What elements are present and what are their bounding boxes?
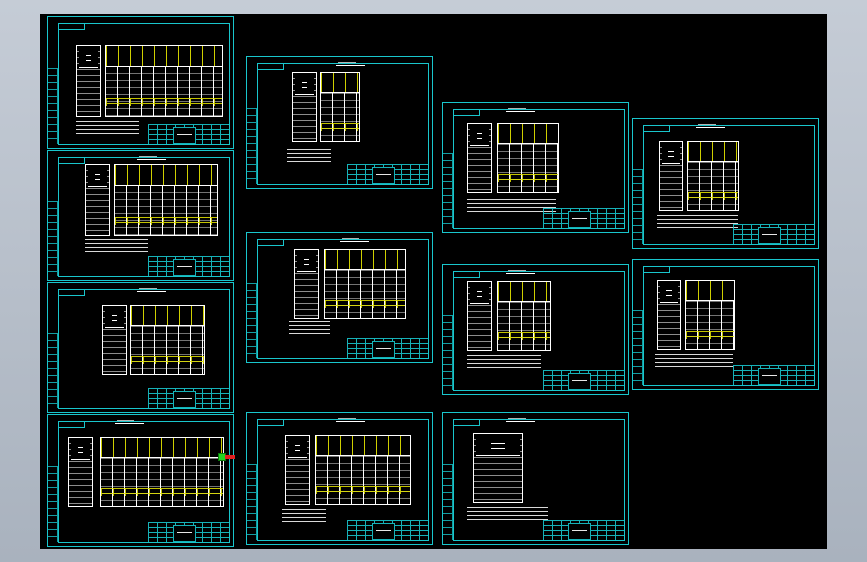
sheet-title bbox=[505, 270, 536, 274]
parameter-card bbox=[292, 72, 317, 142]
data-table bbox=[130, 305, 205, 375]
parameter-card bbox=[659, 141, 683, 211]
sheet-title bbox=[136, 156, 167, 160]
notes-text bbox=[282, 509, 327, 523]
parameter-card bbox=[467, 281, 492, 351]
title-block bbox=[147, 388, 230, 409]
sheet-corner-block bbox=[453, 109, 480, 116]
notes-text bbox=[655, 354, 733, 368]
notes-text bbox=[85, 239, 148, 253]
data-table bbox=[114, 164, 218, 236]
drawing-canvas[interactable] bbox=[40, 14, 827, 549]
title-block bbox=[147, 256, 230, 277]
drawing-sheet[interactable] bbox=[47, 150, 234, 281]
sheet-binding-strip bbox=[247, 283, 257, 358]
title-block bbox=[542, 520, 625, 541]
data-table bbox=[497, 123, 559, 193]
sheet-title bbox=[335, 418, 366, 422]
sheet-title bbox=[695, 124, 726, 128]
title-block bbox=[346, 338, 429, 359]
title-block bbox=[542, 370, 625, 391]
parameter-card bbox=[657, 280, 681, 350]
sheet-binding-strip bbox=[48, 333, 58, 408]
grip-marker bbox=[225, 455, 235, 459]
sheet-binding-strip bbox=[48, 466, 58, 542]
drawing-sheet[interactable] bbox=[442, 412, 629, 545]
sheet-binding-strip bbox=[48, 201, 58, 276]
sheet-title bbox=[339, 238, 370, 242]
sheet-binding-strip bbox=[443, 464, 453, 540]
parameter-card bbox=[467, 123, 492, 193]
sheet-corner-block bbox=[257, 239, 284, 246]
sheet-title bbox=[114, 420, 145, 424]
sheet-binding-strip bbox=[633, 169, 643, 244]
parameter-card bbox=[85, 164, 110, 236]
parameter-card bbox=[102, 305, 127, 375]
notes-text bbox=[657, 215, 739, 229]
title-block bbox=[732, 365, 815, 386]
sheet-binding-strip bbox=[443, 315, 453, 390]
title-block bbox=[346, 164, 429, 185]
parameter-card bbox=[76, 45, 101, 117]
sheet-title bbox=[136, 288, 167, 292]
drawing-sheet[interactable] bbox=[442, 264, 629, 395]
title-block bbox=[147, 522, 230, 543]
sheet-corner-block bbox=[58, 157, 85, 164]
sheet-corner-block bbox=[257, 419, 284, 426]
sheet-corner-block bbox=[257, 63, 284, 70]
sheet-corner-block bbox=[643, 266, 670, 273]
data-table bbox=[685, 280, 735, 350]
parameter-card bbox=[473, 433, 523, 503]
notes-text bbox=[76, 121, 139, 135]
sheet-binding-strip bbox=[443, 153, 453, 228]
sheet-corner-block bbox=[453, 271, 480, 278]
sheet-corner-block bbox=[58, 421, 85, 428]
notes-text bbox=[287, 149, 332, 163]
sheet-title bbox=[505, 418, 536, 422]
sheet-title bbox=[335, 62, 366, 66]
drawing-sheet[interactable] bbox=[632, 118, 819, 249]
data-table bbox=[100, 437, 224, 507]
data-table bbox=[105, 45, 223, 117]
drawing-sheet[interactable] bbox=[442, 102, 629, 233]
title-block bbox=[542, 208, 625, 229]
drawing-sheet[interactable] bbox=[246, 412, 433, 545]
drawing-sheet[interactable] bbox=[47, 16, 234, 149]
notes-text bbox=[289, 321, 330, 335]
title-block bbox=[346, 520, 429, 541]
drawing-sheet[interactable] bbox=[246, 56, 433, 189]
parameter-card bbox=[285, 435, 310, 505]
data-table bbox=[324, 249, 406, 319]
title-block bbox=[147, 124, 230, 145]
sheet-binding-strip bbox=[247, 464, 257, 540]
data-table bbox=[687, 141, 739, 211]
sheet-title bbox=[505, 108, 536, 112]
parameter-card bbox=[68, 437, 93, 507]
sheet-binding-strip bbox=[247, 108, 257, 184]
data-table bbox=[315, 435, 411, 505]
drawing-sheet[interactable] bbox=[246, 232, 433, 363]
title-block bbox=[732, 224, 815, 245]
notes-text bbox=[467, 355, 541, 369]
sheet-corner-block bbox=[453, 419, 480, 426]
drawing-sheet[interactable] bbox=[47, 414, 235, 547]
data-table bbox=[497, 281, 551, 351]
data-table bbox=[320, 72, 360, 142]
notes-text bbox=[467, 507, 549, 521]
drawing-sheet[interactable] bbox=[632, 259, 819, 390]
drawing-sheet[interactable] bbox=[47, 282, 234, 413]
sheet-binding-strip bbox=[48, 68, 58, 144]
sheet-binding-strip bbox=[633, 310, 643, 385]
sheet-corner-block bbox=[58, 23, 85, 30]
parameter-card bbox=[294, 249, 319, 319]
sheet-corner-block bbox=[643, 125, 670, 132]
sheet-corner-block bbox=[58, 289, 85, 296]
